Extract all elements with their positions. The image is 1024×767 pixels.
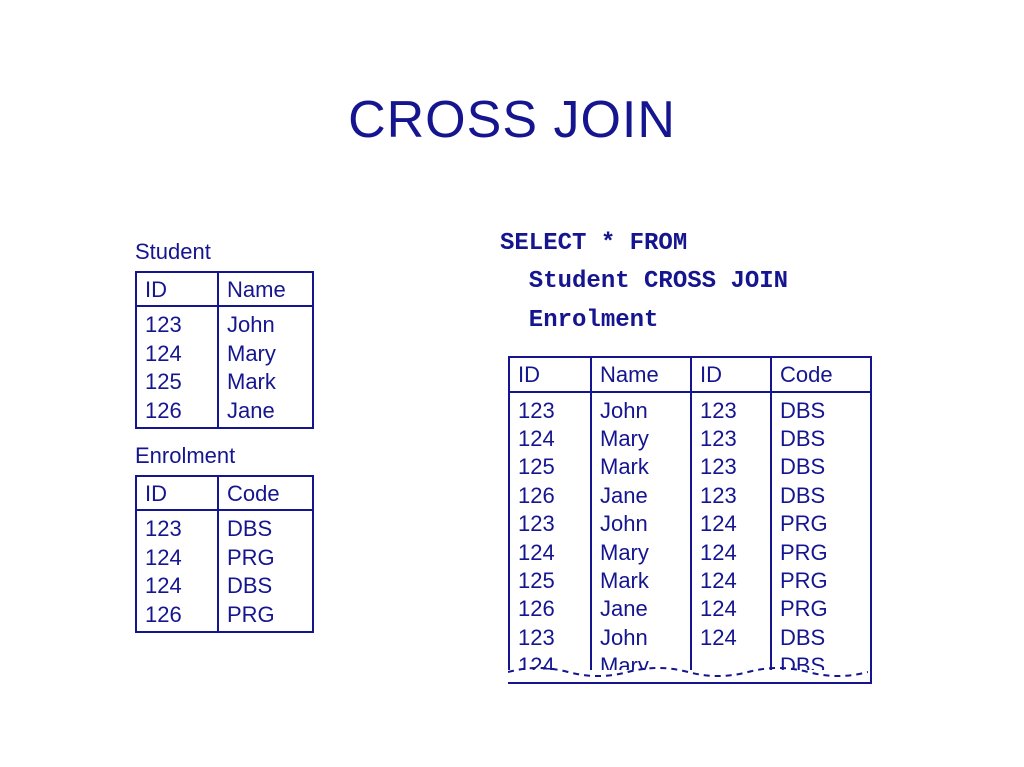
student-col-id: 123124125126 [137, 307, 217, 427]
table-cell: 123 [518, 624, 582, 652]
result-table-body: 123124125126123124125126123124 JohnMaryM… [510, 393, 870, 683]
table-cell: 124 [145, 340, 209, 368]
result-header-id1: ID [510, 358, 590, 390]
result-header-name: Name [590, 358, 690, 390]
student-table-label: Student [135, 239, 395, 265]
table-cell: 123 [518, 510, 582, 538]
student-header-id: ID [137, 273, 217, 305]
result-col-code: DBSDBSDBSDBSPRGPRGPRGPRGDBSDBS [770, 393, 870, 683]
table-cell: 124 [700, 567, 762, 595]
student-table-header: ID Name [137, 273, 312, 307]
result-col-name: JohnMaryMarkJaneJohnMaryMarkJaneJohnMary [590, 393, 690, 683]
left-column: Student ID Name 123124125126 JohnMaryMar… [135, 225, 395, 633]
table-cell: 124 [700, 539, 762, 567]
enrolment-table: ID Code 123124124126 DBSPRGDBSPRG [135, 475, 314, 633]
table-cell: Jane [600, 595, 682, 623]
table-cell: 123 [700, 453, 762, 481]
right-column: SELECT * FROM Student CROSS JOIN Enrolme… [500, 225, 930, 686]
table-cell: 123 [145, 515, 209, 543]
enrolment-table-header: ID Code [137, 477, 312, 511]
table-cell: 125 [518, 567, 582, 595]
table-cell: 125 [145, 368, 209, 396]
result-header-id2: ID [690, 358, 770, 390]
table-cell: 123 [700, 482, 762, 510]
table-cell: Mark [227, 368, 304, 396]
enrolment-table-label: Enrolment [135, 443, 395, 469]
table-cell: Mary [227, 340, 304, 368]
table-cell: Mark [600, 453, 682, 481]
table-cell: 126 [518, 482, 582, 510]
table-cell: DBS [780, 624, 862, 652]
table-cell: DBS [780, 425, 862, 453]
result-table: ID Name ID Code 123124125126123124125126… [508, 356, 872, 684]
table-cell: PRG [780, 567, 862, 595]
table-cell: 124 [145, 544, 209, 572]
table-cell [700, 652, 762, 654]
table-cell: John [600, 397, 682, 425]
table-cell: Mary [600, 425, 682, 453]
student-table: ID Name 123124125126 JohnMaryMarkJane [135, 271, 314, 429]
table-cell: 123 [518, 397, 582, 425]
slide-title: CROSS JOIN [0, 90, 1024, 150]
table-cell: Jane [227, 397, 304, 425]
table-cell: 124 [700, 510, 762, 538]
table-cell: Jane [600, 482, 682, 510]
result-col-id2: 123123123123124124124124124 [690, 393, 770, 683]
table-cell: PRG [227, 544, 304, 572]
table-cell: PRG [227, 601, 304, 629]
result-wrap: ID Name ID Code 123124125126123124125126… [500, 356, 930, 686]
table-cell: PRG [780, 510, 862, 538]
table-cell: Mary [600, 539, 682, 567]
table-cell: 126 [145, 397, 209, 425]
enrolment-header-code: Code [217, 477, 312, 509]
table-cell: 124 [145, 572, 209, 600]
result-header-code: Code [770, 358, 870, 390]
table-cell: John [600, 510, 682, 538]
table-cell: DBS [780, 397, 862, 425]
table-cell: John [227, 311, 304, 339]
student-col-name: JohnMaryMarkJane [217, 307, 312, 427]
table-cell: 126 [518, 595, 582, 623]
table-cell: DBS [780, 482, 862, 510]
table-cell: 125 [518, 453, 582, 481]
table-cell: DBS [227, 515, 304, 543]
table-cell: Mary [600, 652, 682, 680]
table-cell: DBS [780, 453, 862, 481]
table-cell: Mark [600, 567, 682, 595]
table-cell: PRG [780, 595, 862, 623]
table-cell: 124 [700, 595, 762, 623]
table-cell: DBS [227, 572, 304, 600]
enrolment-table-body: 123124124126 DBSPRGDBSPRG [137, 511, 312, 631]
table-cell: 123 [700, 425, 762, 453]
table-cell: 124 [518, 539, 582, 567]
result-col-id1: 123124125126123124125126123124 [510, 393, 590, 683]
table-cell: 124 [700, 624, 762, 652]
sql-query: SELECT * FROM Student CROSS JOIN Enrolme… [500, 225, 930, 340]
table-cell: DBS [780, 652, 862, 680]
enrolment-header-id: ID [137, 477, 217, 509]
enrolment-col-id: 123124124126 [137, 511, 217, 631]
table-cell: 123 [145, 311, 209, 339]
result-table-header: ID Name ID Code [510, 358, 870, 392]
enrolment-col-code: DBSPRGDBSPRG [217, 511, 312, 631]
table-cell: PRG [780, 539, 862, 567]
table-cell: 124 [518, 425, 582, 453]
table-cell: John [600, 624, 682, 652]
table-cell: 124 [518, 652, 582, 680]
table-cell: 123 [700, 397, 762, 425]
student-header-name: Name [217, 273, 312, 305]
table-cell: 126 [145, 601, 209, 629]
slide: CROSS JOIN Student ID Name 123124125126 … [0, 0, 1024, 767]
student-table-body: 123124125126 JohnMaryMarkJane [137, 307, 312, 427]
